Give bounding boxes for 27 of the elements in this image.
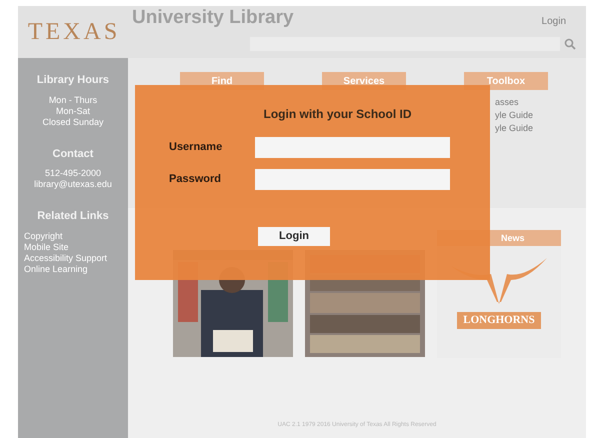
sidebar-text: Mon - Thurs [48, 94, 98, 106]
sidebar-link[interactable]: Online Learning [24, 264, 88, 274]
sidebar-link[interactable]: Accessibility Support [24, 252, 108, 264]
site-title: University Library [132, 6, 294, 30]
logo-banner: LONGHORNS [457, 312, 541, 328]
field-label: Username [168, 140, 224, 156]
input-field[interactable] [255, 137, 450, 158]
login-button[interactable]: Login [258, 227, 330, 246]
sidebar-text: Closed Sunday [42, 116, 104, 128]
toolbox-link[interactable]: yle Guide [495, 109, 534, 122]
sidebar-heading: Related Links [37, 209, 109, 224]
sidebar-text: library@utexas.edu [34, 179, 112, 190]
logo: TEXAS [28, 18, 120, 47]
sidebar-text: Mon-Sat [56, 106, 90, 116]
sidebar-heading: Contact [52, 146, 94, 162]
sidebar-heading: Library Hours [36, 73, 110, 88]
sidebar-link[interactable]: Copyright [24, 230, 63, 242]
search-icon[interactable] [564, 38, 576, 50]
input-field[interactable] [255, 169, 450, 190]
nav-tab[interactable]: Toolbox [464, 72, 548, 90]
toolbox-link[interactable]: asses [495, 96, 519, 109]
toolbox-link[interactable]: yle Guide [495, 122, 534, 135]
login-link[interactable]: Login [542, 14, 566, 29]
sidebar-text: 512-495-2000 [44, 168, 102, 179]
dialog-title: Login with your School ID [264, 106, 412, 123]
field-label: Password [168, 172, 222, 188]
sidebar-link[interactable]: Mobile Site [24, 242, 69, 252]
